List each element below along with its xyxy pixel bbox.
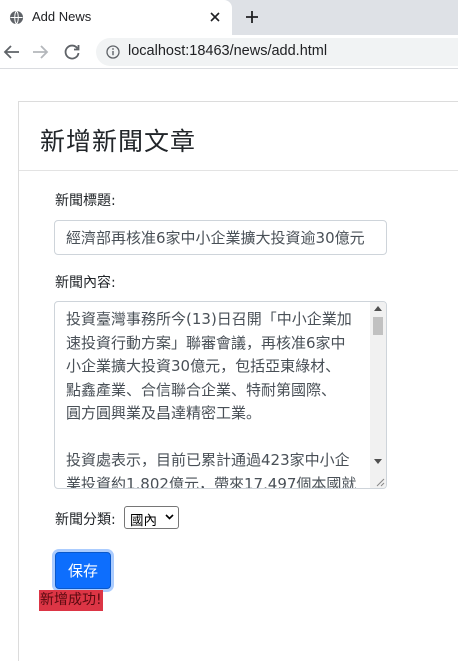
tab-strip: Add News bbox=[0, 0, 458, 35]
title-input[interactable] bbox=[54, 220, 387, 255]
scroll-up-arrow-icon[interactable] bbox=[374, 306, 382, 311]
address-bar[interactable]: localhost:18463/news/add.html bbox=[96, 38, 458, 66]
info-icon[interactable] bbox=[106, 45, 120, 59]
url-text: localhost:18463/news/add.html bbox=[128, 43, 328, 59]
page-title: 新增新聞文章 bbox=[40, 127, 197, 156]
browser-toolbar: localhost:18463/news/add.html bbox=[0, 35, 458, 69]
scroll-down-arrow-icon[interactable] bbox=[374, 459, 382, 464]
reload-icon[interactable] bbox=[62, 42, 82, 62]
resize-grip-icon[interactable] bbox=[375, 477, 385, 487]
content-textarea[interactable]: 投資臺灣事務所今(13)日召開「中小企業加 速投資行動方案」聯審會議，再核准6家… bbox=[54, 301, 387, 489]
forward-arrow-icon[interactable] bbox=[30, 42, 50, 62]
divider bbox=[19, 170, 458, 171]
title-label: 新聞標題: bbox=[55, 193, 116, 209]
content-text[interactable]: 投資臺灣事務所今(13)日召開「中小企業加 速投資行動方案」聯審會議，再核准6家… bbox=[66, 308, 371, 488]
category-selected-value: 國內 bbox=[130, 513, 157, 529]
category-select[interactable]: 國內 bbox=[124, 506, 179, 529]
close-icon[interactable] bbox=[206, 8, 224, 26]
chevron-down-icon bbox=[165, 514, 174, 520]
new-tab-plus-icon[interactable] bbox=[243, 8, 261, 26]
save-button[interactable]: 保存 bbox=[55, 552, 111, 589]
scrollbar[interactable] bbox=[370, 302, 386, 488]
tab-title: Add News bbox=[32, 9, 92, 24]
success-message: 新增成功! bbox=[39, 590, 103, 611]
category-label: 新聞分類: bbox=[55, 512, 116, 528]
scrollbar-thumb[interactable] bbox=[373, 317, 383, 335]
back-arrow-icon[interactable] bbox=[2, 42, 22, 62]
page-card: 新增新聞文章 新聞標題: 新聞內容: 投資臺灣事務所今(13)日召開「中小企業加… bbox=[18, 101, 458, 661]
content-label: 新聞內容: bbox=[55, 275, 116, 291]
globe-icon bbox=[9, 10, 24, 25]
browser-tab[interactable]: Add News bbox=[0, 0, 232, 35]
